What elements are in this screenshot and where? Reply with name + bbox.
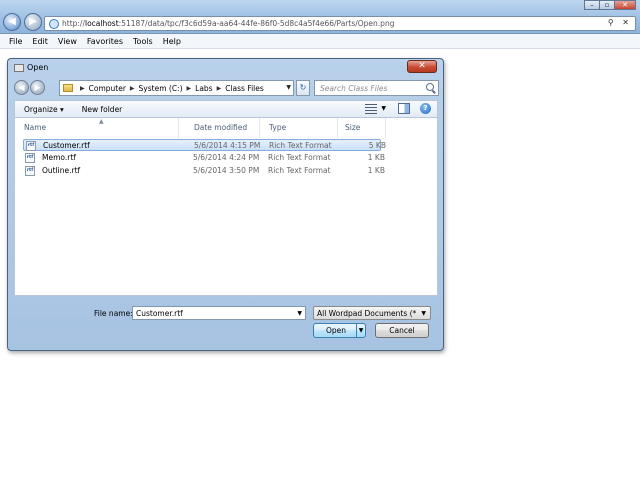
chevron-down-icon[interactable]: ▼ xyxy=(421,310,426,317)
file-size: 5 KB xyxy=(368,141,386,150)
refresh-button[interactable]: ↻ xyxy=(296,80,310,96)
browser-titlebar: ◀ ▶ http://localhost:51187/data/tpc/f3c6… xyxy=(0,0,640,34)
chevron-right-icon[interactable]: ▶ xyxy=(80,85,85,92)
file-type-value: All Wordpad Documents (*.rtf, xyxy=(317,309,417,318)
breadcrumb[interactable]: ▶ Computer ▶ System (C:) ▶ Labs ▶ Class … xyxy=(59,80,294,96)
search-input[interactable]: Search Class Files xyxy=(314,80,439,96)
breadcrumb-class-files[interactable]: Class Files xyxy=(225,84,264,93)
file-size: 1 KB xyxy=(367,153,385,162)
chevron-right-icon[interactable]: ▶ xyxy=(217,85,222,92)
chevron-right-icon[interactable]: ▶ xyxy=(187,85,192,92)
breadcrumb-labs[interactable]: Labs xyxy=(195,84,212,93)
dialog-title: Open xyxy=(27,63,49,72)
file-row-outline[interactable]: rtf Outline.rtf 5/6/2014 3:50 PM Rich Te… xyxy=(23,165,385,177)
back-button[interactable]: ◀ xyxy=(3,13,21,31)
file-row-customer[interactable]: rtf Customer.rtf 5/6/2014 4:15 PM Rich T… xyxy=(23,139,386,151)
file-name: Memo.rtf xyxy=(42,153,76,162)
search-placeholder: Search Class Files xyxy=(320,84,388,93)
open-button[interactable]: Open ▼ xyxy=(313,323,366,338)
file-row-memo[interactable]: rtf Memo.rtf 5/6/2014 4:24 PM Rich Text … xyxy=(23,152,385,164)
dialog-back-button[interactable]: ◀ xyxy=(14,80,29,95)
search-icon[interactable] xyxy=(426,83,434,91)
menubar: File Edit View Favorites Tools Help xyxy=(0,34,640,49)
dialog-close-button[interactable]: ✕ xyxy=(407,60,437,73)
cancel-button[interactable]: Cancel xyxy=(375,323,429,338)
rtf-file-icon: rtf xyxy=(25,153,35,163)
dialog-app-icon xyxy=(14,64,24,72)
address-bar[interactable]: http://localhost:51187/data/tpc/f3c6d59a… xyxy=(44,16,636,31)
forward-button[interactable]: ▶ xyxy=(24,13,42,31)
file-name-value: Customer.rtf xyxy=(136,309,183,318)
ie-page-icon xyxy=(49,19,59,29)
chevron-down-icon[interactable]: ▼ xyxy=(297,310,302,317)
column-header-size[interactable]: Size xyxy=(336,118,386,138)
preview-pane-icon[interactable] xyxy=(398,103,410,114)
dialog-toolbar: Organize ▾ New folder ▼ ? xyxy=(14,100,438,118)
file-type-select[interactable]: All Wordpad Documents (*.rtf, ▼ xyxy=(313,306,431,320)
file-size: 1 KB xyxy=(367,166,385,175)
open-dialog: Open ✕ ◀ ▶ ▶ Computer ▶ System (C:) ▶ La… xyxy=(7,58,444,351)
file-name-field[interactable]: Customer.rtf ▼ xyxy=(132,306,306,320)
file-type: Rich Text Format xyxy=(269,141,332,150)
column-header-name[interactable]: Name xyxy=(15,118,179,138)
file-name: Outline.rtf xyxy=(42,166,81,175)
open-split-dropdown[interactable]: ▼ xyxy=(356,324,365,337)
minimize-button[interactable]: – xyxy=(584,0,600,10)
window-buttons: – ▫ ✕ xyxy=(584,0,636,10)
chevron-down-icon[interactable]: ▼ xyxy=(286,84,291,91)
column-header-date[interactable]: Date modified xyxy=(185,118,260,138)
column-header-type[interactable]: Type xyxy=(260,118,338,138)
file-date: 5/6/2014 3:50 PM xyxy=(193,166,260,175)
close-window-button[interactable]: ✕ xyxy=(614,0,636,10)
chevron-right-icon[interactable]: ▶ xyxy=(130,85,135,92)
sort-up-icon: ▲ xyxy=(99,118,104,125)
breadcrumb-system-c[interactable]: System (C:) xyxy=(139,84,183,93)
address-url: http://localhost:51187/data/tpc/f3c6d59a… xyxy=(62,19,395,28)
views-icon[interactable] xyxy=(365,103,378,114)
file-list: Name ▲ Date modified Type Size rtf Custo… xyxy=(14,117,438,296)
open-button-label: Open xyxy=(325,326,347,335)
file-name: Customer.rtf xyxy=(43,141,90,150)
address-tools[interactable]: ⚲ ✕ xyxy=(608,18,632,27)
menu-favorites[interactable]: Favorites xyxy=(82,34,128,48)
chevron-down-icon[interactable]: ▼ xyxy=(381,105,386,112)
file-type: Rich Text Format xyxy=(268,153,331,162)
breadcrumb-computer[interactable]: Computer xyxy=(89,84,126,93)
menu-view[interactable]: View xyxy=(53,34,82,48)
organize-button[interactable]: Organize ▾ xyxy=(15,105,73,114)
rtf-file-icon: rtf xyxy=(25,166,35,176)
new-folder-button[interactable]: New folder xyxy=(73,105,132,114)
file-type: Rich Text Format xyxy=(268,166,331,175)
file-name-label: File name: xyxy=(94,309,133,318)
file-date: 5/6/2014 4:15 PM xyxy=(194,141,261,150)
maximize-button[interactable]: ▫ xyxy=(599,0,615,10)
menu-tools[interactable]: Tools xyxy=(128,34,158,48)
file-date: 5/6/2014 4:24 PM xyxy=(193,153,260,162)
menu-help[interactable]: Help xyxy=(158,34,186,48)
help-icon[interactable]: ? xyxy=(420,103,431,114)
folder-icon xyxy=(63,84,73,92)
dialog-forward-button[interactable]: ▶ xyxy=(30,80,45,95)
menu-file[interactable]: File xyxy=(4,34,27,48)
menu-edit[interactable]: Edit xyxy=(27,34,53,48)
rtf-file-icon: rtf xyxy=(26,141,36,151)
